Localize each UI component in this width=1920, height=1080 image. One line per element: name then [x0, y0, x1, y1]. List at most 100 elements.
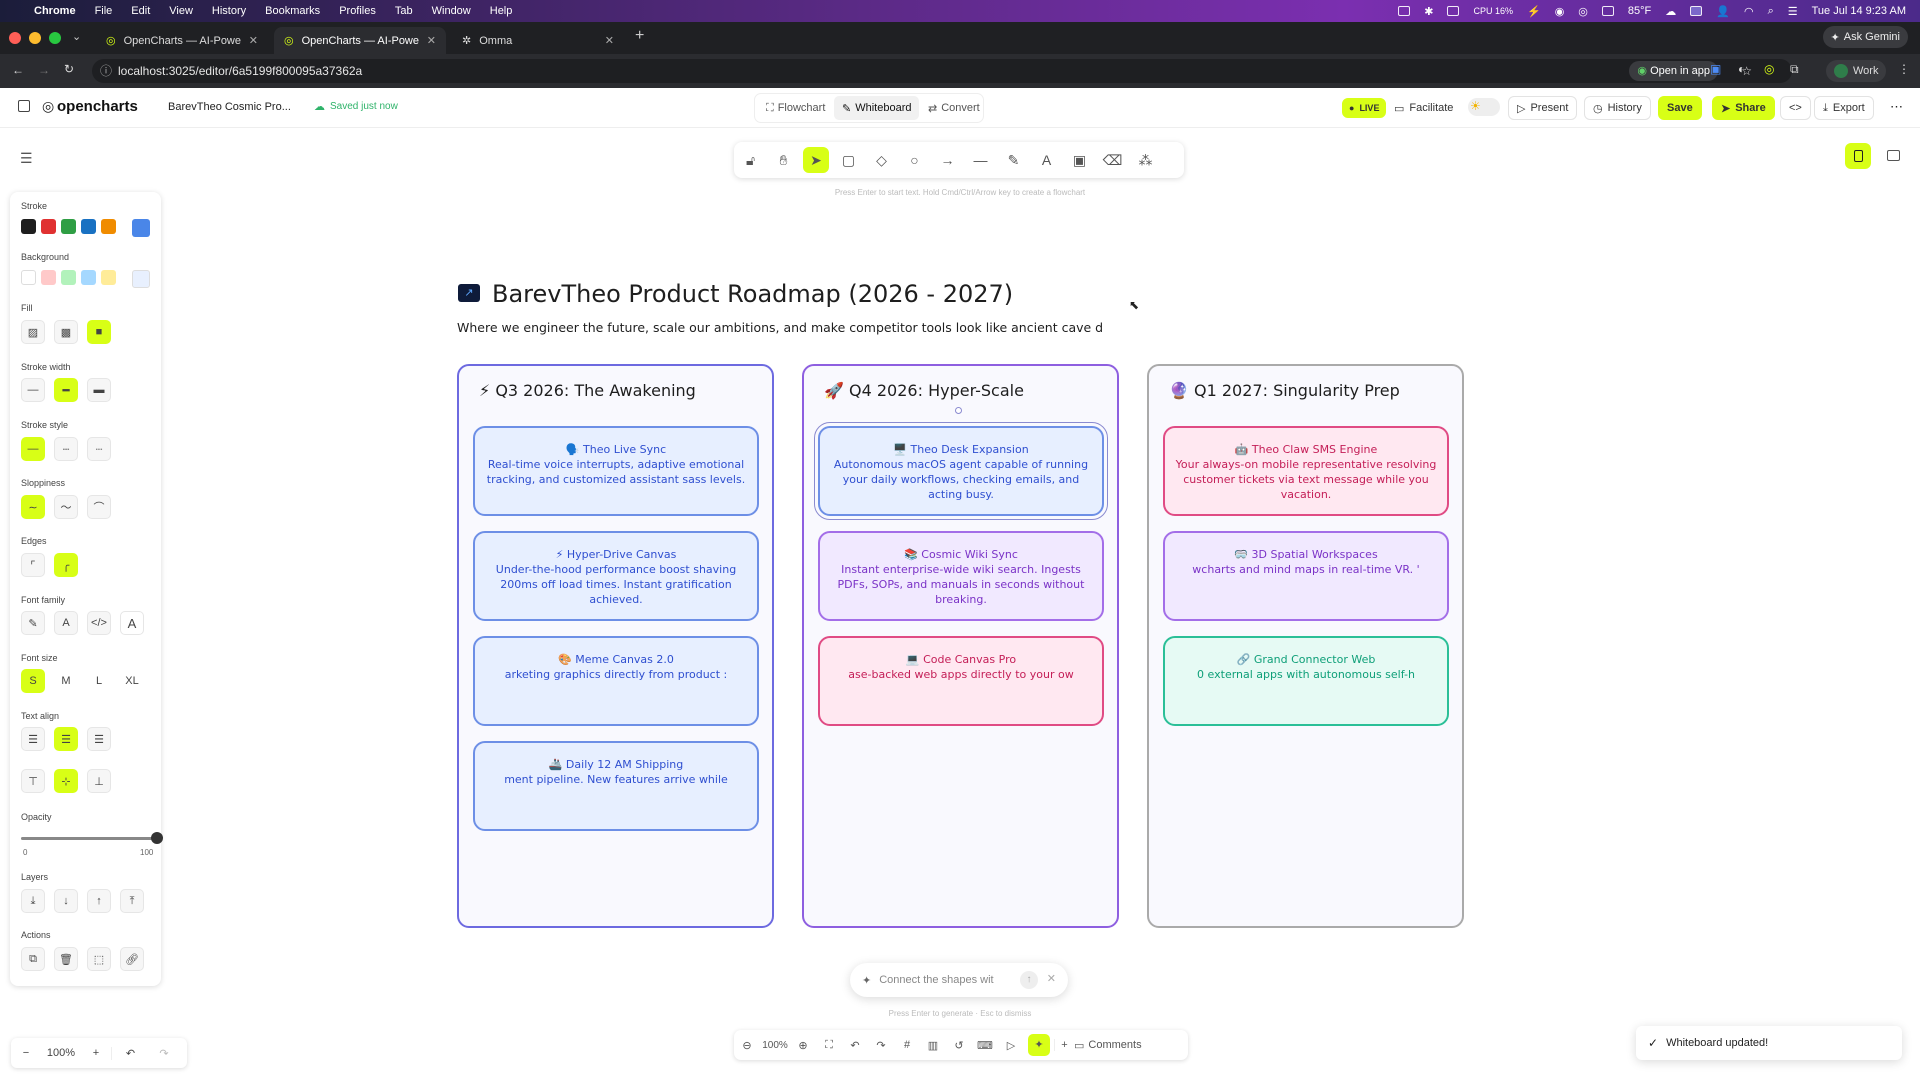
fit-screen-icon[interactable]: ⛶ [816, 1039, 842, 1052]
align-center-button[interactable]: ☰ [54, 727, 78, 751]
address-bar[interactable]: ⓘ localhost:3025/editor/6a5199f800095a37… [92, 59, 1792, 83]
roadmap-column-q3-2026[interactable]: ⚡ Q3 2026: The Awakening 🗣️ Theo Live Sy… [457, 364, 774, 928]
custom-stroke-color[interactable] [132, 219, 150, 237]
browser-tab[interactable]: ◎ OpenCharts — AI-Powered Fl ✕ [96, 27, 268, 54]
new-tab-icon[interactable]: + [635, 27, 644, 45]
browser-tab-active[interactable]: ◎ OpenCharts — AI-Powered Fl ✕ [274, 27, 446, 54]
font-more-button[interactable]: A [120, 611, 144, 635]
group-button[interactable]: ⬚ [87, 947, 111, 971]
history-icon[interactable]: ↺ [946, 1039, 972, 1052]
history-button[interactable]: ◷ History [1584, 96, 1651, 120]
font-size-xl-button[interactable]: XL [120, 669, 144, 693]
redo-button[interactable]: ↷ [149, 1047, 179, 1060]
font-size-m-button[interactable]: M [54, 669, 78, 693]
ellipse-tool[interactable]: ○ [898, 142, 931, 178]
close-prompt-icon[interactable]: ✕ [1047, 972, 1056, 985]
duplicate-button[interactable]: ⧉ [21, 947, 45, 971]
tab-list-icon[interactable]: ⌄ [72, 30, 81, 43]
export-button[interactable]: ⤓ Export [1814, 96, 1874, 120]
arrow-tool[interactable]: → [931, 142, 964, 178]
roadmap-card[interactable]: 🔗 Grand Connector Web 0 external apps wi… [1163, 636, 1449, 726]
board-title[interactable]: BarevTheo Product Roadmap (2026 - 2027) [492, 280, 1013, 308]
font-normal-button[interactable]: A [54, 611, 78, 635]
extension-icon[interactable]: ◎ [1764, 62, 1774, 76]
mode-whiteboard-tab[interactable]: ✎ Whiteboard [834, 96, 920, 120]
more-options-icon[interactable]: ⋯ [1890, 99, 1903, 115]
stroke-color-swatch[interactable] [21, 219, 36, 234]
roadmap-card[interactable]: 🗣️ Theo Live Sync Real-time voice interr… [473, 426, 759, 516]
present-button[interactable]: ▷ Present [1508, 96, 1578, 120]
cpu-indicator[interactable]: CPU 16% [1473, 6, 1513, 16]
extensions-puzzle-icon[interactable]: ⧉ [1790, 62, 1799, 77]
zoom-in-icon[interactable]: ⊕ [790, 1039, 816, 1052]
profile-button[interactable]: Work [1826, 60, 1887, 82]
bottom-zoom-level[interactable]: 100% [760, 1040, 790, 1051]
selection-tool[interactable]: ➤ [803, 147, 829, 173]
roadmap-card[interactable]: 💻 Code Canvas Pro ase-backed web apps di… [818, 636, 1104, 726]
minimize-window-button[interactable] [29, 32, 41, 44]
facilitate-button[interactable]: ▭ Facilitate [1386, 96, 1462, 120]
font-code-button[interactable]: </> [87, 611, 111, 635]
send-backward-button[interactable]: ↓ [54, 889, 78, 913]
diamond-tool[interactable]: ◇ [865, 142, 898, 178]
sloppiness-artist-button[interactable]: 〜 [54, 495, 78, 519]
forward-icon[interactable]: → [38, 63, 50, 77]
fill-hachure-button[interactable]: ▨ [21, 320, 45, 344]
close-tab-icon[interactable]: ✕ [427, 34, 436, 47]
sloppiness-cartoonist-button[interactable]: ⌒ [87, 495, 111, 519]
align-right-button[interactable]: ☰ [87, 727, 111, 751]
stroke-dotted-button[interactable]: ┈ [87, 437, 111, 461]
close-tab-icon[interactable]: ✕ [249, 34, 258, 47]
app-logo[interactable]: opencharts [57, 98, 138, 115]
circle-icon[interactable]: ◎ [1578, 5, 1588, 18]
stroke-color-swatch[interactable] [61, 219, 76, 234]
mode-flowchart-tab[interactable]: ⛶ Flowchart [758, 96, 833, 120]
status-icon[interactable] [1447, 6, 1460, 16]
roadmap-card[interactable]: 🤖 Theo Claw SMS Engine Your always-on mo… [1163, 426, 1449, 516]
user-icon[interactable]: 👤 [1716, 5, 1730, 18]
weather-indicator[interactable]: 85°F [1628, 5, 1651, 17]
rectangle-tool[interactable]: ▢ [832, 142, 865, 178]
link-button[interactable]: 🔗︎ [120, 947, 144, 971]
roadmap-card-selected[interactable]: 🖥️ Theo Desk Expansion Autonomous macOS … [814, 422, 1108, 520]
undo-button[interactable]: ↶ [111, 1046, 149, 1060]
ask-gemini-button[interactable]: ✦ Ask Gemini [1822, 26, 1908, 48]
clock-datetime[interactable]: Tue Jul 14 9:23 AM [1812, 5, 1906, 17]
delete-button[interactable]: 🗑︎ [54, 947, 78, 971]
board-subtitle[interactable]: Where we engineer the future, scale our … [457, 320, 1140, 335]
search-icon[interactable]: ⌕ [1768, 5, 1774, 18]
image-tool[interactable]: ▣ [1063, 142, 1096, 178]
open-in-app-button[interactable]: ◉ Open in app [1629, 61, 1718, 81]
site-info-icon[interactable]: ⓘ [100, 59, 112, 83]
mode-convert-tab[interactable]: ⇄ Convert [920, 96, 988, 120]
wifi-icon[interactable]: ◠ [1744, 5, 1754, 18]
eraser-tool[interactable]: ⌫ [1096, 142, 1129, 178]
add-comment-icon[interactable]: + [1054, 1039, 1074, 1051]
display-icon[interactable] [1601, 6, 1614, 16]
edges-sharp-button[interactable]: ⌜ [21, 553, 45, 577]
status-icon[interactable] [1398, 6, 1411, 16]
menu-window[interactable]: Window [432, 5, 471, 17]
status-icon[interactable] [1690, 6, 1703, 16]
custom-bg-color[interactable] [132, 270, 150, 288]
reload-icon[interactable]: ↻ [64, 62, 74, 76]
zoom-in-button[interactable]: + [81, 1047, 111, 1059]
bolt-icon[interactable]: ⚡ [1527, 5, 1541, 18]
split-view-icon[interactable] [1887, 150, 1900, 161]
menu-history[interactable]: History [212, 5, 246, 17]
roadmap-card[interactable]: 🚢 Daily 12 AM Shipping ment pipeline. Ne… [473, 741, 759, 831]
prompt-input[interactable]: Connect the shapes wit [879, 974, 993, 986]
edges-round-button[interactable]: ╭ [54, 553, 78, 577]
stroke-color-swatch[interactable] [101, 219, 116, 234]
opacity-thumb[interactable] [151, 832, 163, 844]
align-left-button[interactable]: ☰ [21, 727, 45, 751]
ai-magic-button[interactable]: ✦ [1028, 1034, 1050, 1056]
valign-bottom-button[interactable]: ⊥ [87, 769, 111, 793]
lock-tool[interactable]: 🔓︎ [734, 142, 767, 178]
library-books-icon[interactable]: ▥ [920, 1039, 946, 1052]
circle-icon[interactable]: ◉ [1555, 5, 1565, 18]
save-button[interactable]: Save [1658, 96, 1702, 120]
embed-code-button[interactable]: <> [1780, 96, 1811, 120]
ai-prompt-bar[interactable]: ✦ Connect the shapes wit ↑ ✕ [850, 963, 1068, 997]
extension-icon[interactable]: ▣ [1710, 62, 1721, 76]
